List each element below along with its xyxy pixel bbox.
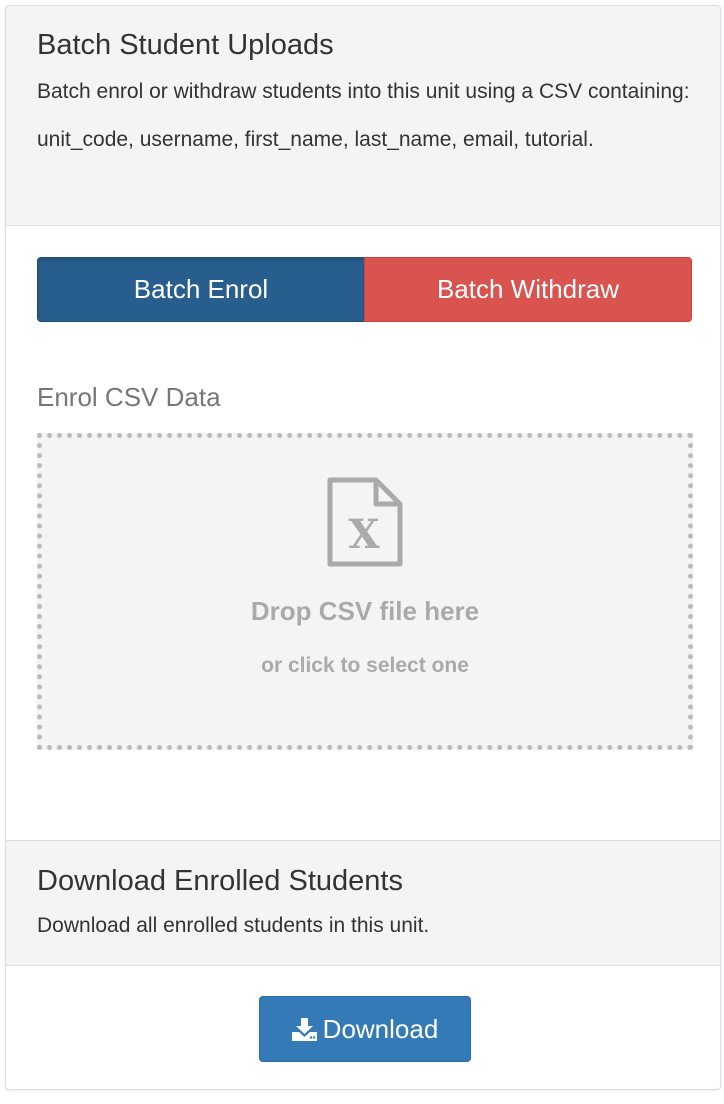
download-button[interactable]: Download: [259, 996, 471, 1062]
dropzone-title: Drop CSV file here: [250, 596, 480, 626]
batch-enrol-button[interactable]: Batch Enrol: [37, 257, 365, 322]
upload-panel-title: Batch Student Uploads: [37, 29, 334, 61]
csv-dropzone[interactable]: X Drop CSV file here or click to select …: [37, 433, 693, 750]
upload-panel-heading: Batch Student Uploads Batch enrol or wit…: [6, 6, 720, 226]
download-button-label: Download: [322, 1013, 439, 1044]
batch-withdraw-button[interactable]: Batch Withdraw: [364, 257, 692, 322]
upload-panel-description: Batch enrol or withdraw students into th…: [37, 80, 690, 151]
download-panel-title: Download Enrolled Students: [37, 865, 403, 897]
download-panel-description: Download all enrolled students in this u…: [37, 914, 430, 937]
svg-text:X: X: [348, 511, 379, 558]
csv-field-label: Enrol CSV Data: [37, 382, 221, 412]
dropzone-subtitle: or click to select one: [261, 654, 469, 677]
download-panel-heading: Download Enrolled Students Download all …: [6, 840, 720, 966]
enrol-withdraw-toggle: Batch Enrol Batch Withdraw: [37, 257, 692, 322]
batch-upload-panel: Batch Student Uploads Batch enrol or wit…: [5, 5, 721, 1090]
file-excel-icon: X: [327, 477, 403, 567]
download-icon: [291, 1017, 317, 1041]
